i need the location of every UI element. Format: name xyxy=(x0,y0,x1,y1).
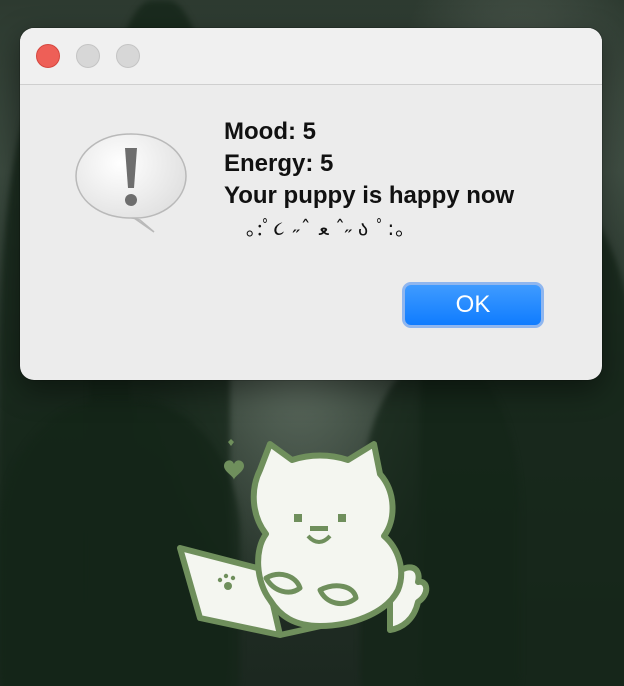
title-bar xyxy=(20,28,602,85)
caution-speech-bubble-icon xyxy=(75,133,187,233)
minimize-button[interactable] xyxy=(76,44,100,68)
puppy-desktop-pet[interactable] xyxy=(170,430,440,650)
kaomoji-line: ｡:ﾟ૮ ˶ˆ ﻌ ˆ˶ ა ﾟ:｡ xyxy=(246,216,407,240)
alert-dialog: Mood: 5 Energy: 5 Your puppy is happy no… xyxy=(20,28,602,380)
alert-message: Mood: 5 Energy: 5 Your puppy is happy no… xyxy=(224,116,514,244)
desktop-background: Mood: 5 Energy: 5 Your puppy is happy no… xyxy=(0,0,624,686)
heart-icon xyxy=(228,439,234,446)
ok-button[interactable]: OK xyxy=(402,282,544,328)
close-button[interactable] xyxy=(36,44,60,68)
heart-icon xyxy=(224,460,244,480)
mood-line: Mood: 5 xyxy=(224,118,316,145)
zoom-button[interactable] xyxy=(116,44,140,68)
status-line: Your puppy is happy now xyxy=(224,182,515,209)
energy-line: Energy: 5 xyxy=(224,150,334,177)
